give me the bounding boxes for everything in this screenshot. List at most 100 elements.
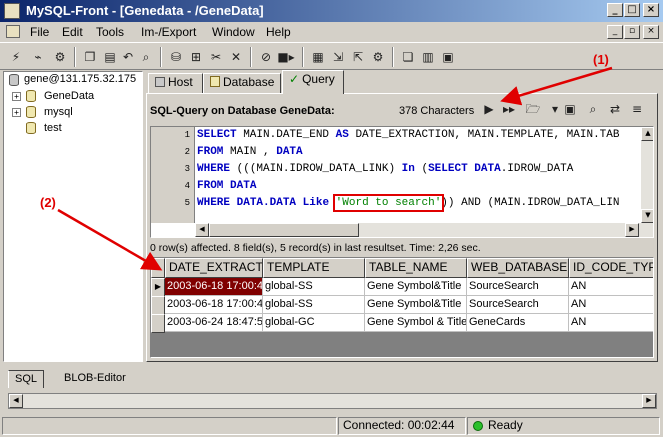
table-cell[interactable]: 2003-06-18 17:00:48 [165,278,263,296]
settings-icon[interactable]: ⚙ [368,47,388,67]
column-header[interactable]: DATE_EXTRACTIC [165,258,263,278]
tree-item-mysql[interactable]: mysql [44,106,73,118]
table-cell[interactable]: AN [569,278,653,296]
cut-icon[interactable]: ✂ [206,47,226,67]
tile-windows-icon[interactable]: ▥ [418,47,438,67]
refresh-connection-icon[interactable]: ⚙ [50,47,70,67]
more-options-icon[interactable]: ≡ [627,99,647,119]
find-icon[interactable]: ⌕ [136,47,156,67]
line-number: 3 [184,164,190,174]
stop-icon[interactable]: ⊘ [256,47,276,67]
table-cell[interactable]: AN [569,296,653,314]
properties-icon[interactable]: ▦ [308,47,328,67]
replace-icon[interactable]: ⇄ [605,99,625,119]
tab-blob-editor[interactable]: BLOB-Editor [58,370,132,388]
export-icon[interactable]: ⇱ [348,47,368,67]
table-cell[interactable]: SourceSearch [467,296,569,314]
app-icon [4,3,20,19]
copy-icon[interactable]: ❐ [80,47,100,67]
run-query-button[interactable]: ▶ [479,99,499,119]
cascade-windows-icon[interactable]: ❏ [398,47,418,67]
bottom-scrollbar[interactable]: ◀ ▶ [8,393,657,409]
tab-database[interactable]: Database [203,73,281,93]
mdi-close-button[interactable]: × [643,25,659,39]
column-header[interactable]: TEMPLATE [263,258,365,278]
bottom-tabs: SQL BLOB-Editor [0,368,663,390]
save-icon[interactable]: ▣ [560,99,580,119]
menu-help[interactable]: Help [266,25,291,39]
toolbar-separator [392,47,394,67]
connect-icon[interactable]: ⚡ [6,47,26,67]
import-icon[interactable]: ⇲ [328,47,348,67]
paste-icon[interactable]: ▤ [100,47,120,67]
scroll-right-icon[interactable]: ▶ [625,223,639,237]
mdi-minimize-button[interactable]: _ [607,25,623,39]
run-step-icon[interactable]: ▸▸ [499,99,519,119]
search-icon[interactable]: ⌕ [583,99,603,119]
table-cell[interactable]: global-GC [263,314,365,332]
undo-icon[interactable]: ↶ [118,47,138,67]
sql-editor[interactable]: 1 2 3 4 5 SELECT MAIN.DATE_END AS DATE_E… [150,126,654,238]
database-icon [26,106,36,118]
editor-vertical-scrollbar[interactable]: ▲ ▼ [641,127,653,223]
scroll-down-icon[interactable]: ▼ [641,209,653,223]
row-indicator[interactable]: ▶ [151,278,165,297]
open-folder-icon[interactable]: 🗁 [523,99,543,119]
menu-tools[interactable]: Tools [96,25,124,39]
tab-sql[interactable]: SQL [8,370,45,388]
row-indicator[interactable] [151,296,165,315]
scroll-left-icon[interactable]: ◀ [9,394,23,408]
column-header[interactable]: WEB_DATABASE [467,258,569,278]
menu-window[interactable]: Window [212,25,255,39]
table-cell[interactable]: SourceSearch [467,278,569,296]
scroll-thumb[interactable] [209,223,359,237]
new-database-icon[interactable]: ⛁ [166,47,186,67]
expand-icon[interactable]: + [12,108,21,117]
table-cell[interactable]: GeneCards [467,314,569,332]
close-button[interactable]: × [643,3,659,17]
menu-file[interactable]: File [30,25,49,39]
new-table-icon[interactable]: ⊞ [186,47,206,67]
expand-icon[interactable]: + [12,92,21,101]
table-cell[interactable]: Gene Symbol&Title [365,296,467,314]
line-number: 2 [184,147,190,157]
disconnect-icon[interactable]: ⌁ [28,47,48,67]
arrange-windows-icon[interactable]: ▣ [438,47,458,67]
title-bar: MySQL-Front - [Genedata - /GeneData] _ □… [0,0,663,22]
document-icon[interactable] [6,25,20,38]
status-bar: Connected: 00:02:44 Ready [0,415,663,437]
run-query-icon[interactable]: ■▸ [276,47,296,67]
menu-im-export[interactable]: Im-/Export [141,25,196,39]
annotation-label-2: (2) [40,195,56,210]
tab-host[interactable]: Host [148,73,203,93]
tree-root-host[interactable]: gene@131.175.32.175 [24,73,136,85]
table-cell[interactable]: 2003-06-24 18:47:58 [165,314,263,332]
table-cell[interactable]: global-SS [263,278,365,296]
editor-horizontal-scrollbar[interactable]: ◀ ▶ [195,223,653,237]
tree-item-test[interactable]: test [44,122,62,134]
code-line: FROM DATA [197,180,257,192]
row-indicator[interactable] [151,314,165,333]
ready-status: Ready [467,417,660,435]
tab-query[interactable]: ✓ Query [282,70,344,94]
scroll-up-icon[interactable]: ▲ [641,127,653,141]
table-cell[interactable]: AN [569,314,653,332]
table-cell[interactable]: Gene Symbol & Title [365,314,467,332]
tree-item-genedata[interactable]: GeneData [44,90,94,102]
delete-icon[interactable]: ✕ [226,47,246,67]
table-cell[interactable]: 2003-06-18 17:00:48 [165,296,263,314]
result-grid[interactable]: DATE_EXTRACTIC TEMPLATE TABLE_NAME WEB_D… [150,257,654,358]
maximize-button[interactable]: □ [624,3,640,17]
line-number: 1 [184,130,190,140]
mdi-restore-button[interactable]: ▫ [624,25,640,39]
column-header[interactable]: TABLE_NAME [365,258,467,278]
minimize-button[interactable]: _ [607,3,623,17]
column-header[interactable]: ID_CODE_TYP [569,258,653,278]
scroll-left-icon[interactable]: ◀ [195,223,209,237]
scroll-right-icon[interactable]: ▶ [642,394,656,408]
window-title: MySQL-Front - [Genedata - /GeneData] [26,3,264,18]
table-cell[interactable]: Gene Symbol&Title [365,278,467,296]
query-title: SQL-Query on Database GeneData: [150,105,335,117]
table-cell[interactable]: global-SS [263,296,365,314]
menu-edit[interactable]: Edit [62,25,83,39]
